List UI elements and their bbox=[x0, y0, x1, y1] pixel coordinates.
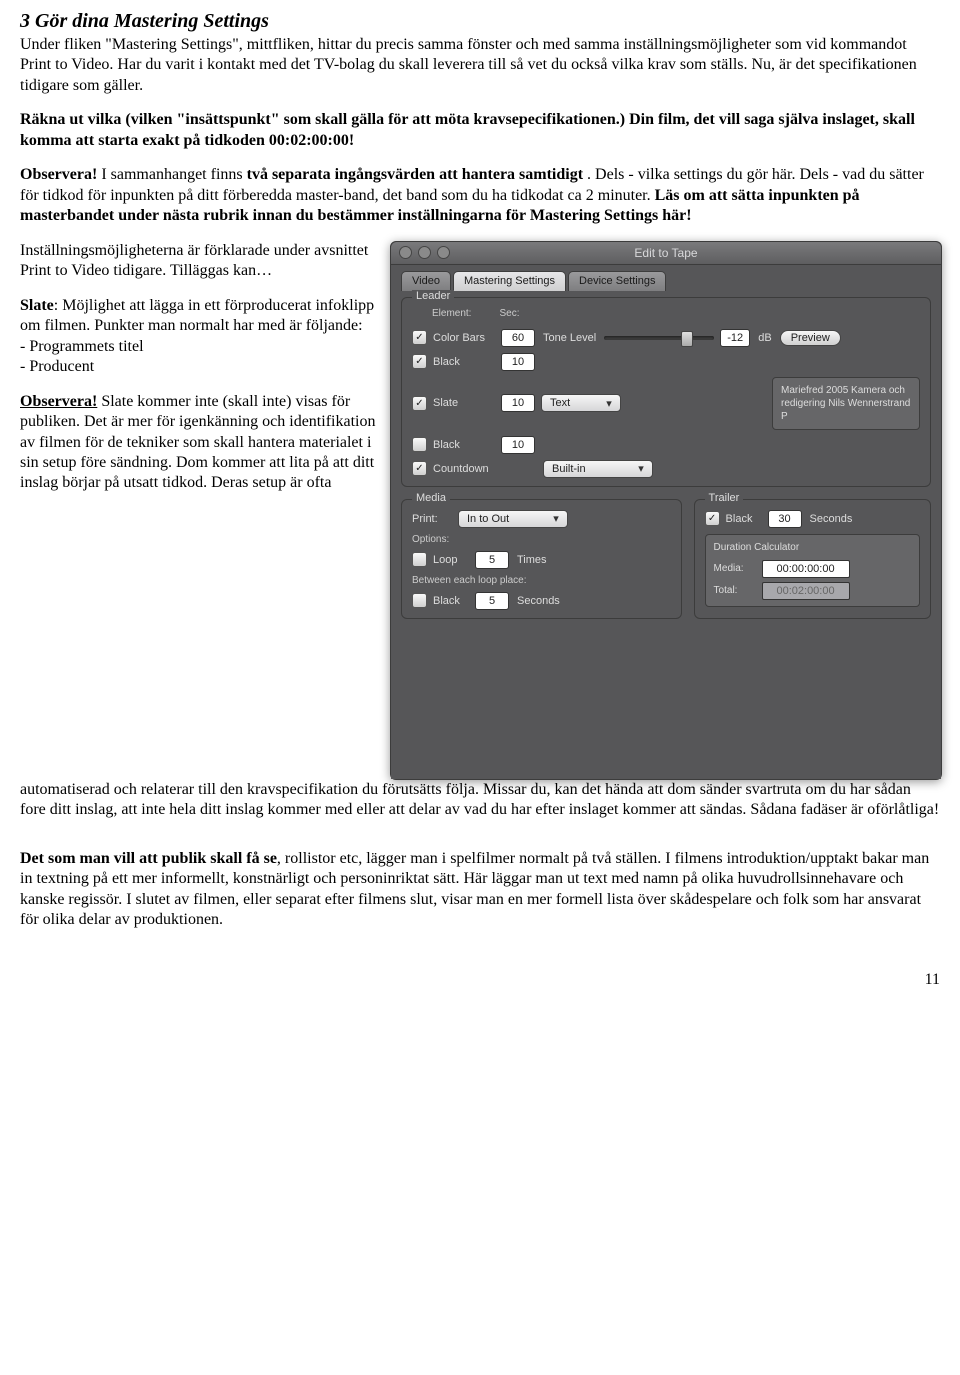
slate-label: Slate bbox=[433, 397, 495, 409]
black2-checkbox[interactable] bbox=[412, 437, 427, 452]
countdown-source-value: Built-in bbox=[552, 463, 586, 475]
media-black-checkbox[interactable] bbox=[412, 593, 427, 608]
page-number: 11 bbox=[20, 971, 940, 989]
trailer-black-checkbox[interactable]: ✓ bbox=[705, 511, 720, 526]
panel-filler bbox=[401, 619, 931, 769]
loop-unit: Times bbox=[517, 554, 547, 566]
settings-panel: Leader Element: Sec: ✓ Color Bars 60 Ton… bbox=[391, 297, 941, 779]
countdown-source-select[interactable]: Built-in ▾ bbox=[543, 460, 653, 478]
slate-text-preview: Mariefred 2005 Kamera och redigering Nil… bbox=[772, 377, 920, 430]
dc-total-value: 00:02:00:00 bbox=[762, 582, 850, 600]
color-bars-label: Color Bars bbox=[433, 332, 495, 344]
left-observera-para: Observera! Slate kommer inte (skall inte… bbox=[20, 392, 380, 494]
slate-checkbox[interactable]: ✓ bbox=[412, 396, 427, 411]
section-heading: 3 Gör dina Mastering Settings bbox=[20, 10, 940, 33]
black1-checkbox[interactable]: ✓ bbox=[412, 354, 427, 369]
dc-media-value[interactable]: 00:00:00:00 bbox=[762, 560, 850, 578]
chevron-updown-icon: ▾ bbox=[549, 512, 563, 525]
slate-source-select[interactable]: Text ▾ bbox=[541, 394, 621, 412]
trailer-black-label: Black bbox=[726, 513, 762, 525]
edit-to-tape-window: Edit to Tape Video Mastering Settings De… bbox=[390, 241, 942, 780]
window-title: Edit to Tape bbox=[391, 246, 941, 260]
countdown-checkbox[interactable]: ✓ bbox=[412, 461, 427, 476]
black1-label: Black bbox=[433, 356, 495, 368]
tone-level-label: Tone Level bbox=[543, 332, 596, 344]
color-bars-sec-input[interactable]: 60 bbox=[501, 329, 535, 347]
duration-calculator: Duration Calculator Media: 00:00:00:00 T… bbox=[705, 534, 920, 607]
print-value: In to Out bbox=[467, 513, 509, 525]
trailer-black-unit: Seconds bbox=[810, 513, 853, 525]
black2-sec-input[interactable]: 10 bbox=[501, 436, 535, 454]
trailer-black-sec-input[interactable]: 30 bbox=[768, 510, 802, 528]
tone-db-value: -12 bbox=[720, 329, 750, 347]
between-loop-label: Between each loop place: bbox=[412, 575, 671, 586]
bullet-title: - Programmets titel bbox=[20, 338, 144, 355]
tab-bar: Video Mastering Settings Device Settings bbox=[391, 265, 941, 291]
window-titlebar[interactable]: Edit to Tape bbox=[391, 242, 941, 265]
trailer-legend: Trailer bbox=[705, 492, 744, 504]
col-sec-label: Sec: bbox=[499, 308, 519, 319]
dc-label: Duration Calculator bbox=[714, 541, 911, 554]
options-label: Options: bbox=[412, 534, 671, 545]
slate-source-value: Text bbox=[550, 397, 570, 409]
after-image-paragraph: automatiserad och relaterar till den kra… bbox=[20, 780, 940, 821]
bullet-producer: - Producent bbox=[20, 358, 94, 375]
tab-video[interactable]: Video bbox=[401, 271, 451, 291]
print-label: Print: bbox=[412, 513, 452, 525]
loop-label: Loop bbox=[433, 554, 469, 566]
media-group: Media Print: In to Out ▾ Options: bbox=[401, 499, 682, 619]
slate-sec-input[interactable]: 10 bbox=[501, 394, 535, 412]
tab-device-settings[interactable]: Device Settings bbox=[568, 271, 666, 291]
dc-media-label: Media: bbox=[714, 562, 754, 575]
leader-group: Leader Element: Sec: ✓ Color Bars 60 Ton… bbox=[401, 297, 931, 487]
two-inputs-strong: två separata ingångsvärden att hantera s… bbox=[247, 166, 583, 183]
media-legend: Media bbox=[412, 492, 450, 504]
col-element-label: Element: bbox=[432, 308, 471, 319]
color-bars-checkbox[interactable]: ✓ bbox=[412, 330, 427, 345]
tab-mastering-settings[interactable]: Mastering Settings bbox=[453, 271, 566, 291]
chevron-updown-icon: ▾ bbox=[602, 397, 616, 410]
db-unit: dB bbox=[758, 332, 771, 344]
final-paragraph: Det som man vill att publik skall få se,… bbox=[20, 849, 940, 931]
slate-label: Slate bbox=[20, 297, 54, 314]
intro-paragraph-1: Under fliken "Mastering Settings", mittf… bbox=[20, 35, 940, 96]
countdown-label: Countdown bbox=[433, 463, 495, 475]
intro-paragraph-3: Observera! I sammanhanget finns två sepa… bbox=[20, 165, 940, 226]
final-strong: Det som man vill att publik skall få se bbox=[20, 850, 277, 867]
print-select[interactable]: In to Out ▾ bbox=[458, 510, 568, 528]
black2-label: Black bbox=[433, 439, 495, 451]
dc-total-label: Total: bbox=[714, 584, 754, 597]
intro-paragraph-2: Räkna ut vilka (vilken "insättspunkt" so… bbox=[20, 110, 940, 151]
loop-checkbox[interactable] bbox=[412, 552, 427, 567]
text-span: I sammanhanget finns bbox=[101, 166, 246, 183]
leader-legend: Leader bbox=[412, 290, 454, 302]
observera-label: Observera! bbox=[20, 393, 97, 410]
left-para-1: Inställningsmöjligheterna är förklarade … bbox=[20, 241, 380, 282]
media-black-sec-input[interactable]: 5 bbox=[475, 592, 509, 610]
chevron-updown-icon: ▾ bbox=[634, 462, 648, 475]
loop-count-input[interactable]: 5 bbox=[475, 551, 509, 569]
media-black-label: Black bbox=[433, 595, 469, 607]
observera-label: Observera! bbox=[20, 166, 97, 183]
trailer-group: Trailer ✓ Black 30 Seconds Duration Calc… bbox=[694, 499, 931, 619]
tone-level-slider[interactable] bbox=[604, 331, 714, 345]
black1-sec-input[interactable]: 10 bbox=[501, 353, 535, 371]
left-slate-para: Slate: Möjlighet att lägga in ett förpro… bbox=[20, 296, 380, 378]
text-span: : Möjlighet att lägga in ett förproducer… bbox=[20, 297, 374, 334]
preview-button[interactable]: Preview bbox=[780, 330, 841, 346]
media-black-unit: Seconds bbox=[517, 595, 560, 607]
